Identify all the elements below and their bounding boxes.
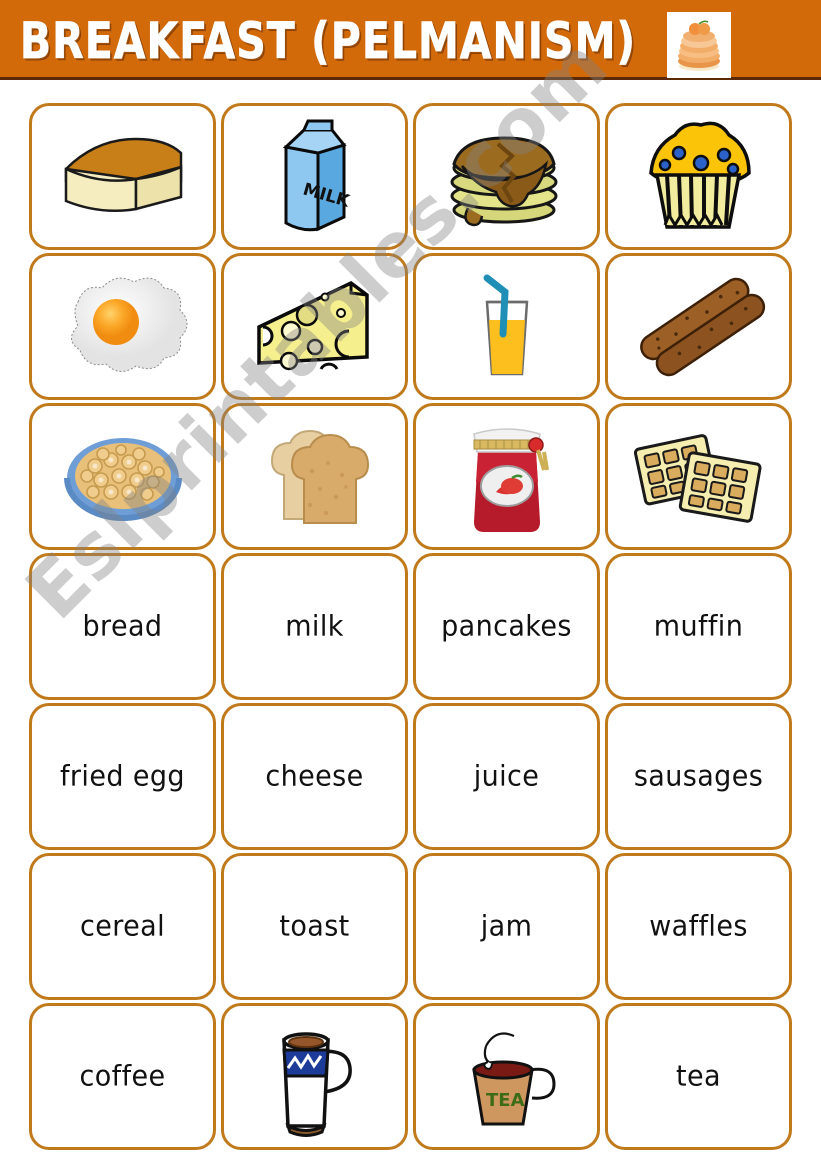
- card-label: muffin: [653, 610, 744, 643]
- card-label: jam: [480, 910, 533, 943]
- waffles-icon: [608, 406, 789, 547]
- pancake-stack-icon: [667, 12, 731, 78]
- card-image-fried-egg[interactable]: [29, 253, 216, 400]
- card-label: waffles: [649, 910, 748, 943]
- card-label: sausages: [633, 760, 764, 793]
- card-word-pancakes[interactable]: pancakes: [413, 553, 600, 700]
- card-word-coffee[interactable]: coffee: [29, 1003, 216, 1150]
- card-label: juice: [473, 760, 540, 793]
- card-label: milk: [285, 610, 344, 643]
- juice-glass-icon: [416, 256, 597, 397]
- worksheet-page: BREAKFAST (PELMANISM) MILK bread milk pa…: [0, 0, 821, 1169]
- card-image-bread[interactable]: [29, 103, 216, 250]
- card-word-toast[interactable]: toast: [221, 853, 408, 1000]
- card-image-juice[interactable]: [413, 253, 600, 400]
- card-word-fried-egg[interactable]: fried egg: [29, 703, 216, 850]
- card-image-waffles[interactable]: [605, 403, 792, 550]
- header-banner: BREAKFAST (PELMANISM): [0, 0, 821, 80]
- card-word-bread[interactable]: bread: [29, 553, 216, 700]
- jam-jar-icon: [416, 406, 597, 547]
- card-image-jam[interactable]: [413, 403, 600, 550]
- coffee-mug-icon: [224, 1006, 405, 1147]
- card-word-milk[interactable]: milk: [221, 553, 408, 700]
- card-grid: MILK bread milk pancakes muffin fried eg…: [29, 103, 794, 1158]
- sausages-icon: [608, 256, 789, 397]
- milk-carton-icon: MILK: [224, 106, 405, 247]
- card-image-coffee[interactable]: [221, 1003, 408, 1150]
- pancakes-icon: [416, 106, 597, 247]
- cheese-wedge-icon: [224, 256, 405, 397]
- card-word-cheese[interactable]: cheese: [221, 703, 408, 850]
- card-word-waffles[interactable]: waffles: [605, 853, 792, 1000]
- page-title: BREAKFAST (PELMANISM): [19, 11, 637, 71]
- card-word-cereal[interactable]: cereal: [29, 853, 216, 1000]
- card-image-muffin[interactable]: [605, 103, 792, 250]
- card-label: cheese: [265, 760, 364, 793]
- card-word-muffin[interactable]: muffin: [605, 553, 792, 700]
- card-word-juice[interactable]: juice: [413, 703, 600, 850]
- card-label: bread: [82, 610, 163, 643]
- card-image-sausages[interactable]: [605, 253, 792, 400]
- card-word-sausages[interactable]: sausages: [605, 703, 792, 850]
- card-image-cereal[interactable]: [29, 403, 216, 550]
- card-image-pancakes[interactable]: [413, 103, 600, 250]
- card-label: fried egg: [60, 760, 185, 793]
- card-image-cheese[interactable]: [221, 253, 408, 400]
- bread-loaf-icon: [32, 106, 213, 247]
- cereal-bowl-icon: [32, 406, 213, 547]
- toast-icon: [224, 406, 405, 547]
- card-image-milk[interactable]: MILK: [221, 103, 408, 250]
- card-word-tea[interactable]: tea: [605, 1003, 792, 1150]
- card-label: toast: [279, 910, 350, 943]
- muffin-icon: [608, 106, 789, 247]
- card-label: tea: [676, 1060, 721, 1093]
- card-image-toast[interactable]: [221, 403, 408, 550]
- card-word-jam[interactable]: jam: [413, 853, 600, 1000]
- fried-egg-icon: [32, 256, 213, 397]
- card-label: coffee: [79, 1060, 166, 1093]
- card-label: pancakes: [441, 610, 572, 643]
- tea-cup-icon: TEA: [416, 1006, 597, 1147]
- tea-cup-label: TEA: [486, 1090, 525, 1111]
- card-image-tea[interactable]: TEA: [413, 1003, 600, 1150]
- card-label: cereal: [79, 910, 166, 943]
